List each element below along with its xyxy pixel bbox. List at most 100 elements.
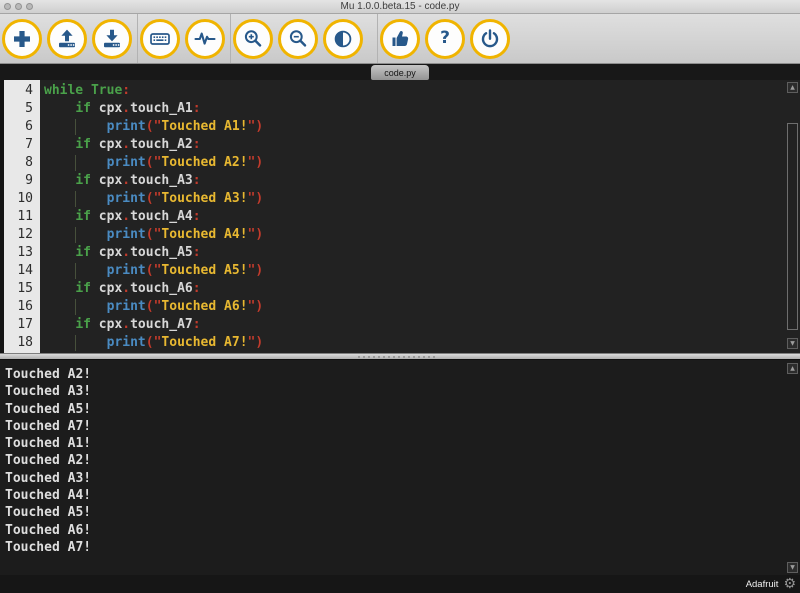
window-title: Mu 1.0.0.beta.15 - code.py (0, 0, 800, 13)
code-text: if cpx.touch_A5: (40, 244, 201, 262)
code-text: print("Touched A5!") (40, 262, 263, 280)
code-text: if cpx.touch_A4: (40, 208, 201, 226)
code-line: 6 print("Touched A1!") (0, 118, 786, 136)
line-number: 18 (0, 334, 40, 352)
load-button[interactable] (47, 19, 87, 59)
serial-scroll-down-button[interactable]: ▼ (787, 562, 798, 573)
line-number: 13 (0, 244, 40, 262)
zoom-window-button[interactable] (26, 3, 33, 10)
serial-line: Touched A7! (5, 418, 800, 435)
upload-icon (55, 27, 79, 51)
code-text: print("Touched A3!") (40, 190, 263, 208)
line-number: 12 (0, 226, 40, 244)
line-number: 10 (0, 190, 40, 208)
code-line: 16 print("Touched A6!") (0, 298, 786, 316)
line-number: 17 (0, 316, 40, 334)
save-button[interactable] (92, 19, 132, 59)
keyboard-icon (148, 27, 172, 51)
code-editor[interactable]: 4while True:5 if cpx.touch_A1:6 print("T… (0, 80, 800, 353)
code-line: 18 print("Touched A7!") (0, 334, 786, 352)
serial-line: Touched A7! (5, 539, 800, 556)
mode-label: Adafruit (746, 579, 779, 590)
line-number: 6 (0, 118, 40, 136)
indent-guide (75, 263, 76, 279)
serial-line: Touched A2! (5, 452, 800, 469)
titlebar: Mu 1.0.0.beta.15 - code.py (0, 0, 800, 14)
line-number: 4 (0, 82, 40, 100)
indent-guide (75, 335, 76, 351)
line-number: 9 (0, 172, 40, 190)
code-line: 12 print("Touched A4!") (0, 226, 786, 244)
code-line: 5 if cpx.touch_A1: (0, 100, 786, 118)
check-button[interactable] (380, 19, 420, 59)
serial-line: Touched A3! (5, 383, 800, 400)
minimize-window-button[interactable] (15, 3, 22, 10)
pane-splitter[interactable] (0, 353, 800, 360)
theme-button[interactable] (323, 19, 363, 59)
code-text: if cpx.touch_A7: (40, 316, 201, 334)
line-number: 5 (0, 100, 40, 118)
code-line: 10 print("Touched A3!") (0, 190, 786, 208)
code-line: 17 if cpx.touch_A7: (0, 316, 786, 334)
contrast-icon (331, 27, 355, 51)
indent-guide (75, 299, 76, 315)
quit-button[interactable] (470, 19, 510, 59)
code-text: if cpx.touch_A2: (40, 136, 201, 154)
new-button[interactable] (2, 19, 42, 59)
serial-scroll-up-button[interactable]: ▲ (787, 363, 798, 374)
code-line: 11 if cpx.touch_A4: (0, 208, 786, 226)
power-icon (478, 27, 502, 51)
plotter-button[interactable] (185, 19, 225, 59)
code-text: print("Touched A2!") (40, 154, 263, 172)
code-lines: 4while True:5 if cpx.touch_A1:6 print("T… (0, 82, 786, 352)
serial-output-pane[interactable]: Touched A2!Touched A3!Touched A5!Touched… (0, 360, 800, 575)
tab-code-py[interactable]: code.py (371, 65, 429, 80)
code-line: 4while True: (0, 82, 786, 100)
serial-line: Touched A1! (5, 435, 800, 452)
code-line: 9 if cpx.touch_A3: (0, 172, 786, 190)
toolbar-separator (137, 14, 138, 63)
code-line: 7 if cpx.touch_A2: (0, 136, 786, 154)
line-number: 7 (0, 136, 40, 154)
editor-scroll-down-button[interactable]: ▼ (787, 338, 798, 349)
zoom-out-button[interactable] (278, 19, 318, 59)
code-text: print("Touched A6!") (40, 298, 263, 316)
indent-guide (75, 191, 76, 207)
window-controls (4, 3, 33, 10)
mu-editor-window: Mu 1.0.0.beta.15 - code.py (0, 0, 800, 593)
magnifier-plus-icon (241, 27, 265, 51)
code-text: if cpx.touch_A6: (40, 280, 201, 298)
tab-bar: code.py (0, 64, 800, 80)
code-text: if cpx.touch_A3: (40, 172, 201, 190)
line-number: 8 (0, 154, 40, 172)
serial-button[interactable] (140, 19, 180, 59)
serial-line: Touched A5! (5, 401, 800, 418)
close-window-button[interactable] (4, 3, 11, 10)
serial-line: Touched A4! (5, 487, 800, 504)
code-text: print("Touched A1!") (40, 118, 263, 136)
pulse-icon (193, 27, 217, 51)
zoom-in-button[interactable] (233, 19, 273, 59)
code-text: while True: (40, 82, 130, 100)
editor-scrollbar-thumb[interactable] (787, 123, 798, 330)
toolbar-separator (377, 14, 378, 63)
serial-line: Touched A3! (5, 470, 800, 487)
settings-gear-icon[interactable]: ⚙ (783, 577, 796, 591)
magnifier-minus-icon (286, 27, 310, 51)
line-number: 11 (0, 208, 40, 226)
question-mark-icon: ? (440, 30, 450, 47)
line-number: 16 (0, 298, 40, 316)
code-line: 13 if cpx.touch_A5: (0, 244, 786, 262)
code-line: 14 print("Touched A5!") (0, 262, 786, 280)
line-number: 14 (0, 262, 40, 280)
serial-lines: Touched A2!Touched A3!Touched A5!Touched… (0, 360, 800, 556)
code-text: print("Touched A4!") (40, 226, 263, 244)
code-text: print("Touched A7!") (40, 334, 263, 352)
line-number: 15 (0, 280, 40, 298)
help-button[interactable]: ? (425, 19, 465, 59)
indent-guide (75, 155, 76, 171)
indent-guide (75, 227, 76, 243)
editor-scroll-up-button[interactable]: ▲ (787, 82, 798, 93)
code-line: 15 if cpx.touch_A6: (0, 280, 786, 298)
toolbar: ? (0, 14, 800, 64)
